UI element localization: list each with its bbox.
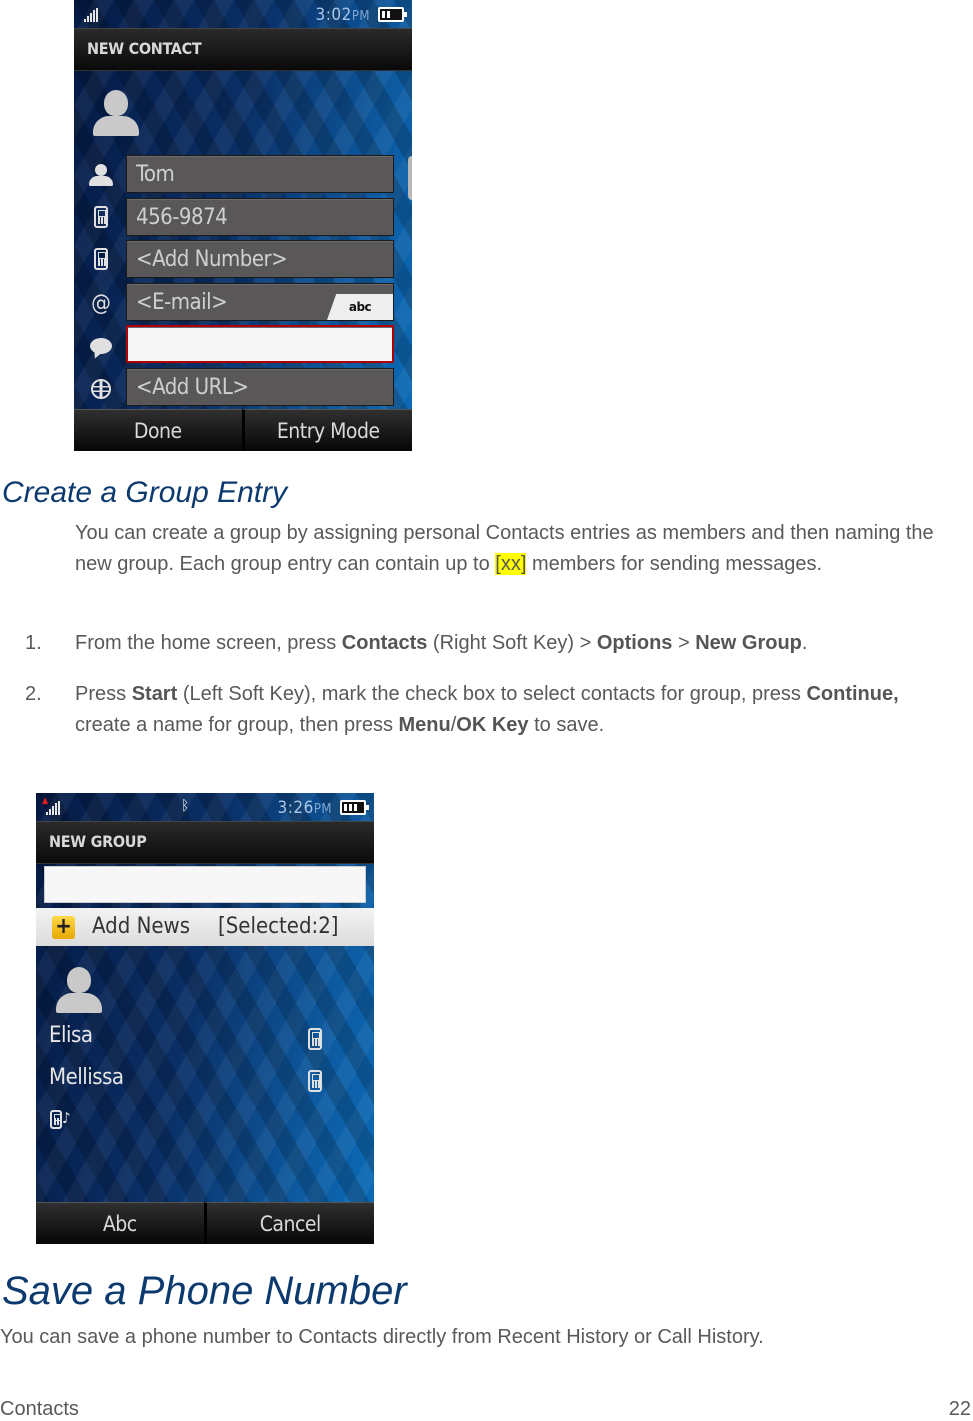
- group-intro-paragraph: You can create a group by assigning pers…: [75, 522, 934, 575]
- battery-icon: [378, 7, 407, 22]
- screen-title: NEW CONTACT: [87, 39, 202, 58]
- cancel-softkey[interactable]: Cancel: [203, 1202, 374, 1244]
- name-field[interactable]: Tom: [126, 155, 394, 193]
- bluetooth-icon: ᛒ: [181, 798, 190, 814]
- at-sign-icon: @: [91, 291, 111, 316]
- url-field[interactable]: <Add URL>: [126, 368, 394, 406]
- entry-mode-softkey[interactable]: Entry Mode: [241, 409, 412, 451]
- message-field-row: [74, 325, 412, 365]
- mobile-phone-icon: [308, 1070, 322, 1092]
- add-number-field[interactable]: <Add Number>: [126, 240, 394, 278]
- status-bar: ▲ ᛒ 3:26PM: [36, 793, 374, 821]
- step-1: 1. From the home screen, press Contacts …: [25, 628, 955, 659]
- softkey-bar: Abc Cancel: [36, 1202, 374, 1244]
- contact-name: Mellissa: [49, 1065, 124, 1090]
- url-field-row: <Add URL>: [74, 368, 412, 408]
- phone-ringtone-icon: ♪: [50, 1109, 71, 1133]
- message-field-active[interactable]: [126, 325, 394, 363]
- plus-icon: +: [52, 916, 75, 939]
- contact-avatar-icon: [56, 967, 102, 1015]
- email-field[interactable]: <E-mail> abc: [126, 283, 394, 321]
- phone-number-field[interactable]: 456-9874: [126, 198, 394, 236]
- mobile-phone-icon: [88, 206, 114, 232]
- contact-avatar-icon[interactable]: [93, 90, 139, 138]
- speech-bubble-icon: [88, 333, 114, 360]
- mobile-phone-icon: [88, 248, 114, 274]
- section-heading-save-number: Save a Phone Number: [2, 1269, 407, 1313]
- footer-page-number: 22: [948, 1398, 971, 1420]
- softkey-bar: Done Entry Mode: [74, 409, 412, 451]
- status-clock: 3:26PM: [277, 798, 332, 818]
- section-heading-create-group: Create a Group Entry: [2, 476, 288, 509]
- phone-field-row: 456-9874: [74, 198, 412, 238]
- mobile-phone-icon: [308, 1028, 322, 1050]
- battery-icon: [340, 800, 369, 815]
- step-2: 2. Press Start (Left Soft Key), mark the…: [25, 679, 955, 741]
- signal-strength-icon: [46, 801, 62, 815]
- person-icon: [88, 163, 114, 189]
- new-contact-screenshot: 3:02PM NEW CONTACT Tom 456-9874 <Add Num…: [74, 0, 412, 451]
- step-number: 1.: [25, 632, 42, 654]
- globe-icon: [88, 376, 114, 402]
- new-group-screenshot: ▲ ᛒ 3:26PM NEW GROUP + Add News [Selecte…: [36, 793, 374, 1244]
- add-label: Add News: [92, 914, 191, 939]
- name-field-row: Tom: [74, 155, 412, 195]
- signal-strength-icon: [84, 8, 100, 22]
- status-bar: 3:02PM: [74, 0, 412, 28]
- save-number-paragraph: You can save a phone number to Contacts …: [0, 1326, 764, 1348]
- step-number: 2.: [25, 683, 42, 705]
- add-members-bar[interactable]: + Add News [Selected:2]: [36, 908, 374, 946]
- add-number-field-row: <Add Number>: [74, 240, 412, 280]
- status-clock: 3:02PM: [315, 5, 370, 25]
- selected-count: [Selected:2]: [218, 914, 339, 939]
- footer-section-name: Contacts: [0, 1398, 79, 1420]
- screen-title-bar: NEW GROUP: [36, 821, 374, 864]
- email-field-row: @ <E-mail> abc: [74, 283, 412, 323]
- scrollbar[interactable]: [408, 156, 412, 200]
- done-softkey[interactable]: Done: [74, 409, 242, 451]
- entry-mode-badge: abc: [327, 294, 393, 320]
- screen-title-bar: NEW CONTACT: [74, 28, 412, 71]
- group-name-input[interactable]: [44, 866, 366, 903]
- highlighted-placeholder: [xx]: [495, 553, 527, 575]
- abc-softkey[interactable]: Abc: [36, 1202, 204, 1244]
- contact-name: Elisa: [49, 1023, 93, 1048]
- screen-title: NEW GROUP: [49, 832, 147, 851]
